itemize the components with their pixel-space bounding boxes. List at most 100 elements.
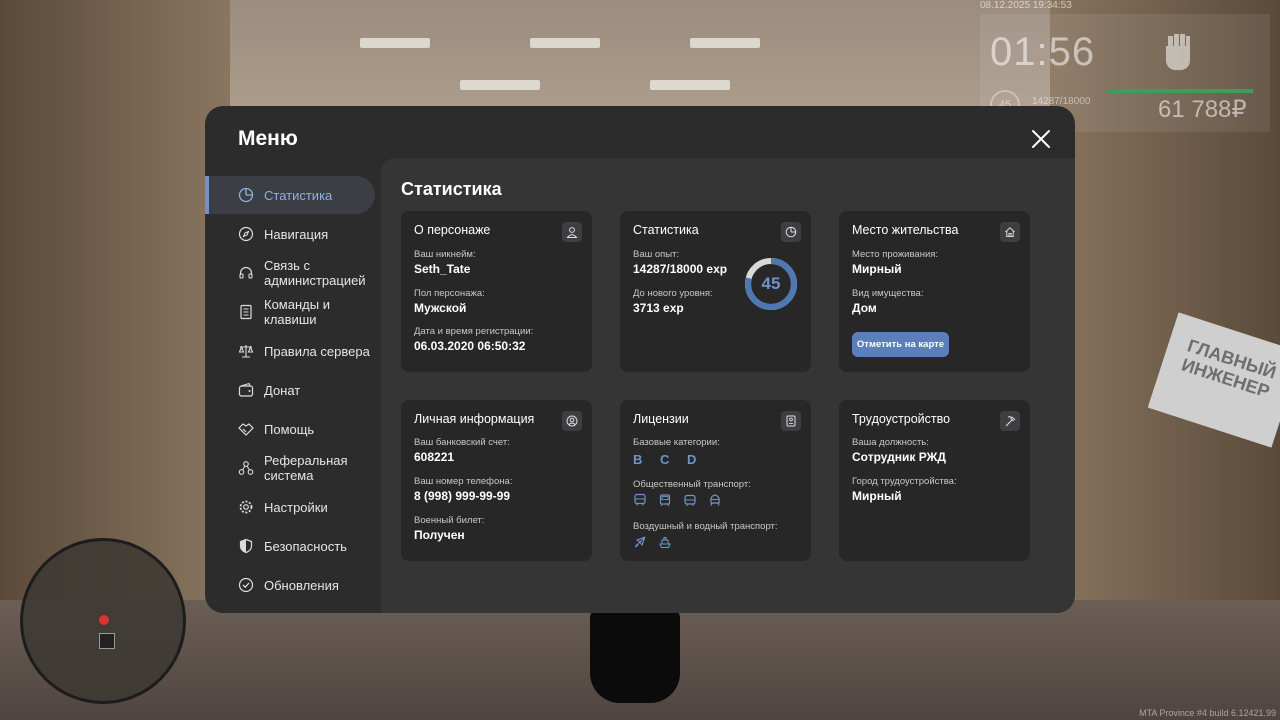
pickaxe-icon [1005,416,1016,427]
bank-label: Ваш банковский счет: [414,437,510,448]
card-statistics: Статистика Ваш опыт: 14287/18000 exp До … [620,211,811,372]
network-icon [238,461,254,475]
sidebar-item-help[interactable]: Помощь [205,410,375,448]
check-circle-icon [238,577,254,593]
sidebar-item-updates[interactable]: Обновления [205,566,375,604]
handshake-icon [238,423,254,436]
registration-label: Дата и время регистрации: [414,326,534,337]
military-label: Военный билет: [414,515,485,526]
sidebar-item-settings[interactable]: Настройки [205,488,375,526]
card-title: Личная информация [414,412,535,426]
phone-label: Ваш номер телефона: [414,476,513,487]
hud-clock: 01:56 [990,30,1096,74]
sidebar-item-label: Навигация [264,226,329,242]
public-transport-label: Общественный транспорт: [633,479,751,490]
gear-icon [239,500,253,514]
hud-health-bar [1108,89,1253,93]
card-title: Место жительства [852,223,959,237]
version-label: MTA Province #4 build 6.12421.99 [1139,708,1276,718]
ceiling-light [530,38,600,48]
card-title: Трудоустройство [852,412,951,426]
ceiling-light [460,80,540,90]
card-title: О персонаже [414,223,491,237]
bus-icon [634,493,646,506]
card-personal-info: Личная информация Ваш банковский счет: 6… [401,400,592,561]
military-value: Получен [414,528,465,542]
card-icon-box [781,222,801,242]
ceiling-light [360,38,430,48]
shield-icon [239,538,253,554]
sidebar-item-security[interactable]: Безопасность [205,527,375,565]
gender-label: Пол персонажа: [414,288,485,299]
work-city-label: Город трудоустройства: [852,476,957,487]
nickname-value: Seth_Tate [414,262,471,276]
minimap [20,538,186,704]
minimap-marker-icon [99,615,109,625]
card-icon-box [1000,222,1020,242]
mark-on-map-button[interactable]: Отметить на карте [852,332,949,357]
sidebar-item-label: Настройки [264,499,328,515]
property-value: Дом [852,301,877,315]
sidebar-item-label: Помощь [264,421,315,437]
menu-window: Меню Статистика Навигация Связь с админи… [205,106,1075,613]
hud-datetime: 08.12.2025 19:34:53 [980,0,1072,11]
next-level-label: До нового уровня: [633,288,713,299]
position-value: Сотрудник РЖД [852,450,946,464]
minimap-player-icon [99,633,115,649]
hud-money: 61 788₽ [1158,96,1247,123]
metro-icon [710,494,720,506]
exp-label: Ваш опыт: [633,249,680,260]
property-label: Вид имущества: [852,288,924,299]
base-categories-value: B C D [633,452,704,467]
card-character: О персонаже Ваш никнейм: Seth_Tate Пол п… [401,211,592,372]
tram-icon [659,494,671,507]
sidebar-item-rules[interactable]: Правила сервера [205,332,375,370]
fist-icon [1166,34,1190,70]
sidebar-item-label: Связь с администрацией [264,258,366,288]
sidebar-item-statistics[interactable]: Статистика [205,176,375,214]
user-icon [566,227,578,238]
scales-icon [238,345,254,358]
ceiling-light [650,80,730,90]
sidebar-item-label: Команды и клавиши [264,297,330,327]
phone-value: 8 (998) 999-99-99 [414,489,511,503]
exp-value: 14287/18000 exp [633,262,728,276]
ship-icon [659,536,671,549]
gender-value: Мужской [414,301,467,315]
sidebar-item-label: Безопасность [264,538,347,554]
sidebar-item-referral[interactable]: Реферальная система [205,449,375,487]
pie-chart-icon [785,226,797,238]
next-level-value: 3713 exp [633,301,684,315]
menu-title: Меню [238,127,298,150]
sidebar-item-commands[interactable]: Команды и клавиши [205,293,375,331]
ceiling-light [690,38,760,48]
place-label: Место проживания: [852,249,939,260]
home-icon [1005,227,1015,237]
sidebar-item-label: Обновления [264,577,339,593]
work-city-value: Мирный [852,489,902,503]
sidebar-item-label: Донат [264,382,301,398]
air-water-transport-label: Воздушный и водный транспорт: [633,521,778,532]
close-icon[interactable] [1030,128,1052,150]
airplane-icon [634,536,646,548]
card-icon-box [781,411,801,431]
registration-value: 06.03.2020 06:50:32 [414,339,526,353]
base-categories-label: Базовые категории: [633,437,720,448]
place-value: Мирный [852,262,902,276]
bank-value: 608221 [414,450,455,464]
sidebar-item-label: Статистика [264,187,333,203]
id-card-icon [786,415,796,427]
sidebar-item-label: Реферальная система [264,453,348,483]
sidebar-item-contact-admin[interactable]: Связь с администрацией [205,254,375,292]
content-panel: Статистика О персонаже Ваш никнейм: Seth… [381,158,1075,613]
level-number: 45 [761,274,781,293]
sidebar-item-donate[interactable]: Донат [205,371,375,409]
document-icon [240,304,252,320]
pie-chart-icon [238,187,254,203]
card-licenses: Лицензии Базовые категории: B C D Общест… [620,400,811,561]
card-icon-box [1000,411,1020,431]
content-title: Статистика [401,179,502,199]
card-icon-box [562,222,582,242]
sidebar-item-navigation[interactable]: Навигация [205,215,375,253]
card-title: Лицензии [633,412,689,426]
